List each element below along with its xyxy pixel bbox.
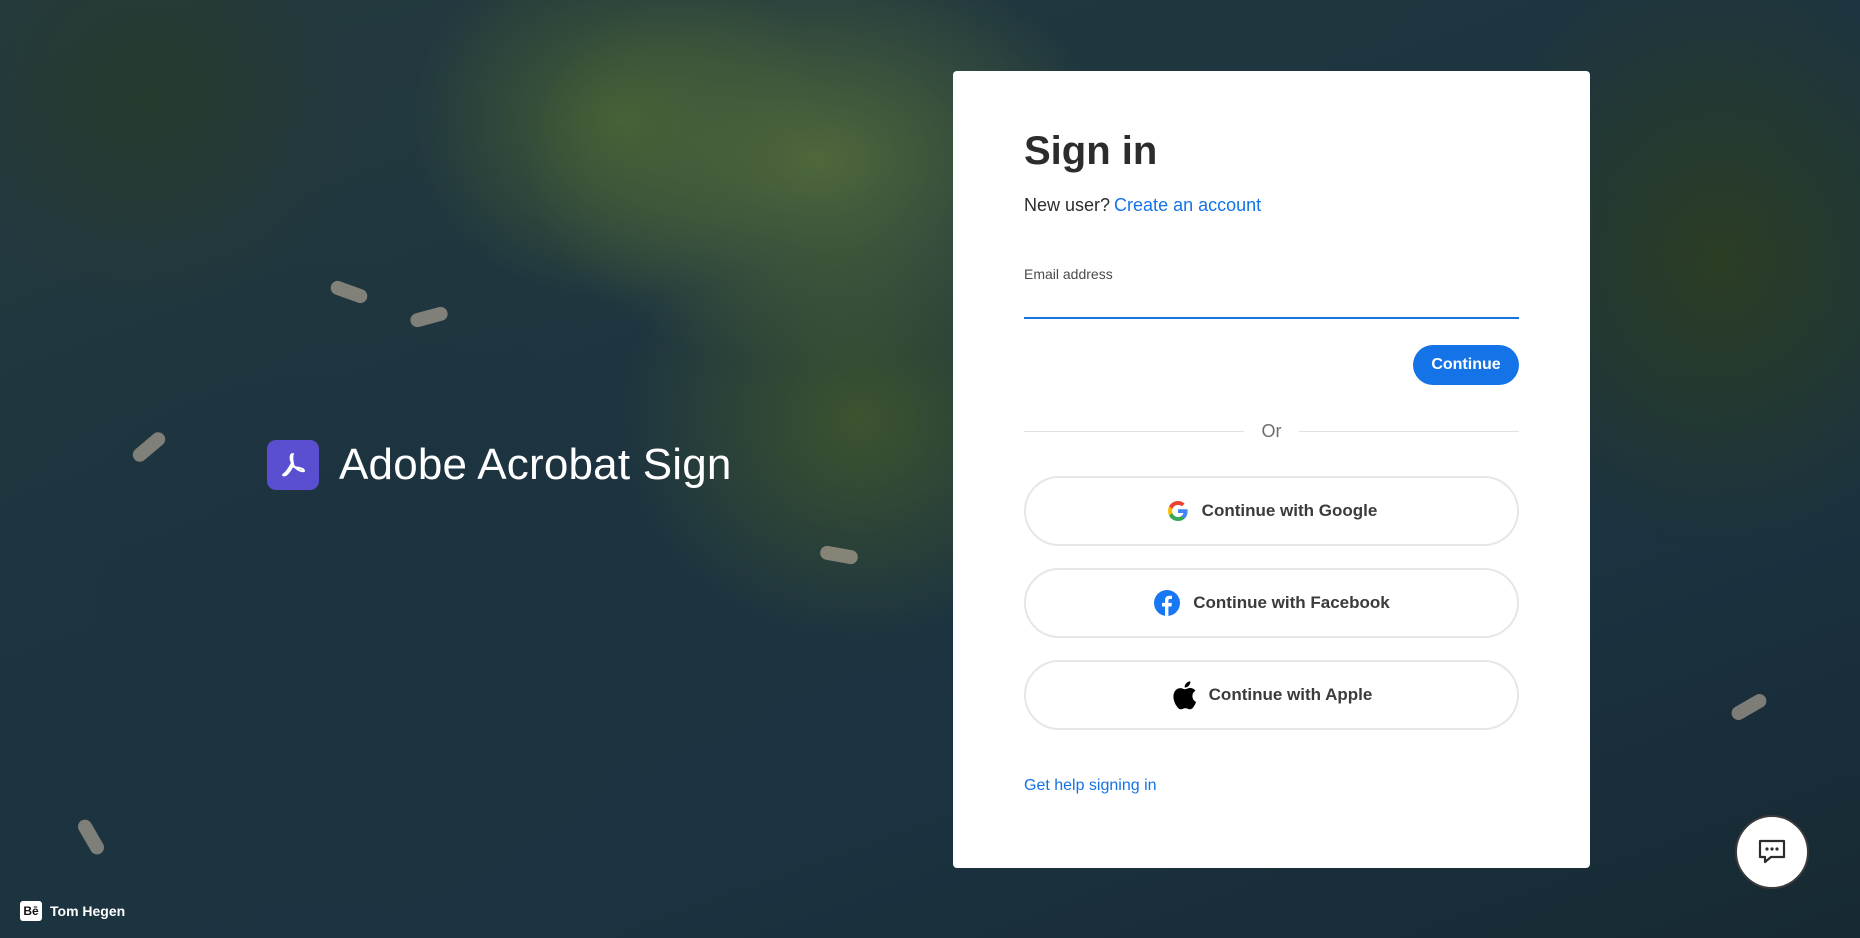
brand: Adobe Acrobat Sign	[267, 440, 732, 490]
behance-icon: Bē	[20, 901, 42, 921]
brand-name: Adobe Acrobat Sign	[339, 440, 732, 489]
apple-label: Continue with Apple	[1208, 685, 1373, 704]
new-user-text: New user?	[1024, 195, 1111, 215]
swimmer-figure	[1729, 691, 1769, 723]
continue-with-facebook-button[interactable]: Continue with Facebook	[1024, 568, 1519, 638]
create-account-link[interactable]: Create an account	[1114, 195, 1261, 215]
continue-with-google-button[interactable]: Continue with Google	[1024, 476, 1519, 546]
divider-line	[1299, 431, 1519, 432]
continue-with-apple-button[interactable]: Continue with Apple	[1024, 660, 1519, 730]
chat-icon	[1757, 838, 1787, 866]
apple-icon	[1171, 680, 1197, 710]
chat-button[interactable]	[1735, 815, 1809, 889]
facebook-label: Continue with Facebook	[1193, 593, 1390, 612]
credit-name: Tom Hegen	[50, 903, 126, 919]
page-title: Sign in	[1024, 129, 1158, 173]
signin-card: Sign in New user? Create an account Email…	[953, 71, 1590, 868]
swimmer-figure	[328, 278, 370, 306]
photo-credit[interactable]: Bē Tom Hegen	[20, 901, 125, 921]
swimmer-figure	[75, 817, 107, 857]
facebook-icon	[1153, 589, 1181, 617]
get-help-link[interactable]: Get help signing in	[1024, 777, 1157, 795]
or-divider: Or	[1024, 417, 1519, 447]
google-icon	[1166, 499, 1190, 523]
continue-button[interactable]: Continue	[1413, 345, 1519, 385]
swimmer-figure	[129, 429, 169, 465]
acrobat-logo-icon	[267, 440, 319, 490]
new-user-row: New user? Create an account	[1024, 195, 1261, 216]
email-label: Email address	[1024, 266, 1113, 282]
swimmer-figure	[819, 544, 859, 566]
swimmer-figure	[408, 305, 450, 329]
email-field[interactable]	[1024, 285, 1519, 319]
google-label: Continue with Google	[1201, 501, 1378, 520]
